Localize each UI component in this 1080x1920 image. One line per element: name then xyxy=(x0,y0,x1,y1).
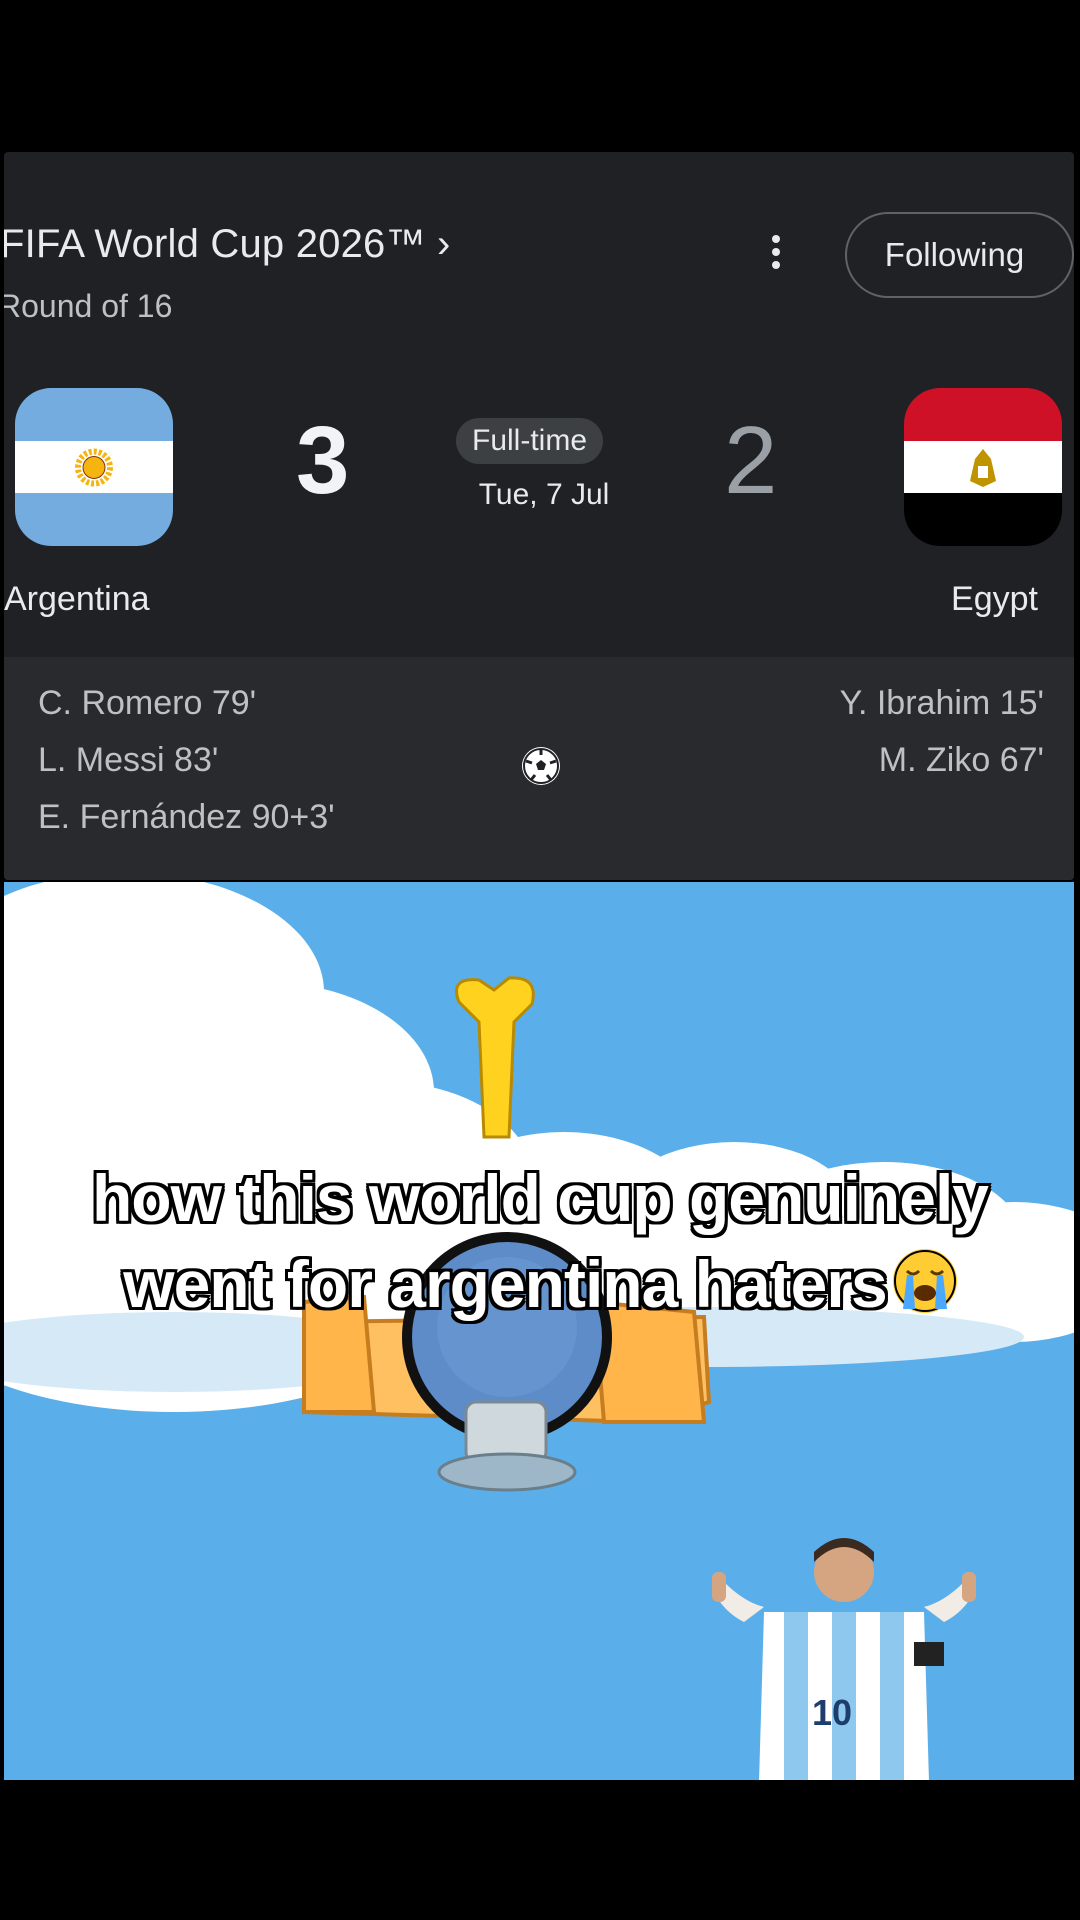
more-options-icon[interactable] xyxy=(768,232,784,276)
scorer-entry: L. Messi 83' xyxy=(38,741,219,779)
match-card: FIFA World Cup 2026™ › Round of 16 Follo… xyxy=(4,152,1074,880)
competition-link[interactable]: FIFA World Cup 2026™ › xyxy=(4,222,451,267)
home-scorers: C. Romero 79' L. Messi 83' E. Fernández … xyxy=(38,675,335,846)
scorer-entry: C. Romero 79' xyxy=(38,684,257,722)
away-score: 2 xyxy=(724,407,778,514)
caption-line-1: how this world cup genuinely xyxy=(91,1161,989,1235)
argentina-flag-icon[interactable] xyxy=(15,388,173,546)
player-number: 10 xyxy=(812,1692,853,1733)
away-scorers: Y. Ibrahim 15' M. Ziko 67' xyxy=(840,675,1044,789)
loudly-crying-face-icon xyxy=(892,1249,957,1313)
match-date: Tue, 7 Jul xyxy=(478,478,610,511)
round-label: Round of 16 xyxy=(4,288,173,324)
cartoon-scene-illustration xyxy=(4,882,1074,1780)
scorer-entry: E. Fernández 90+3' xyxy=(38,798,335,836)
goal-scorers-panel: C. Romero 79' L. Messi 83' E. Fernández … xyxy=(4,657,1074,880)
scorer-entry: M. Ziko 67' xyxy=(878,741,1044,779)
meme-image: Foot 10 xyxy=(4,882,1074,1780)
soccer-ball-icon xyxy=(522,747,560,785)
egypt-flag-icon[interactable] xyxy=(904,388,1062,546)
following-button[interactable]: Following xyxy=(845,212,1074,298)
watermark: Foot xyxy=(10,908,58,933)
away-team-name[interactable]: Egypt xyxy=(951,580,1038,619)
home-score: 3 xyxy=(296,407,350,514)
eagle-of-saladin-icon xyxy=(970,448,996,487)
caption-line-2: went for argentina haters xyxy=(123,1247,887,1321)
scorer-entry: Y. Ibrahim 15' xyxy=(839,684,1044,722)
meme-caption: how this world cup genuinely went for ar… xyxy=(0,1155,1080,1327)
match-status-badge: Full-time xyxy=(456,418,604,464)
sun-of-may-icon xyxy=(75,448,113,487)
home-team-name[interactable]: Argentina xyxy=(4,580,150,619)
